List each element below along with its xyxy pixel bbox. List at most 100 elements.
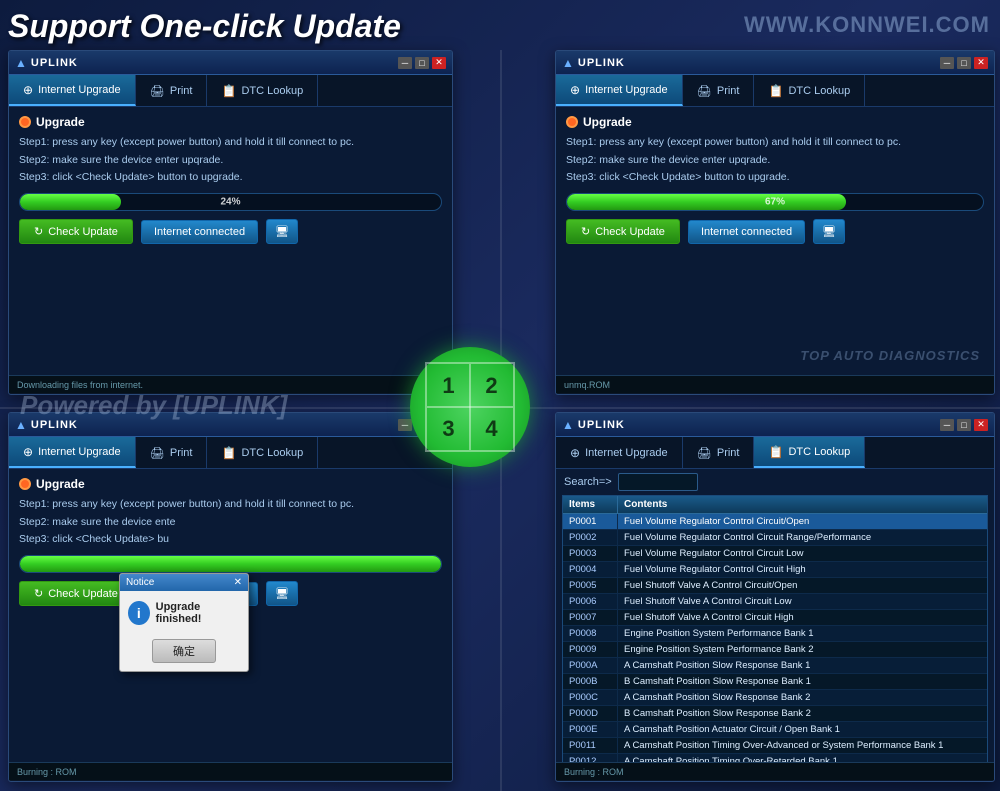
table-row[interactable]: P0001Fuel Volume Regulator Control Circu… — [563, 514, 987, 530]
cell-content: A Camshaft Position Timing Over-Advanced… — [618, 738, 987, 753]
cell-item: P0009 — [563, 642, 618, 657]
table-row[interactable]: P0005Fuel Shutoff Valve A Control Circui… — [563, 578, 987, 594]
tab-print-q2[interactable]: 🖨 Print — [683, 75, 755, 106]
status-text-q3: Burning : ROM — [17, 767, 77, 777]
upgrade-title-q3: Upgrade — [36, 477, 85, 491]
notice-message: Upgrade finished! — [156, 601, 240, 625]
tab-icon-print-q2: 🖨 — [697, 84, 712, 98]
tab-dtc-q1[interactable]: 📋 DTC Lookup — [207, 75, 318, 106]
content-quad2: Upgrade Step1: press any key (except pow… — [556, 107, 994, 375]
table-row[interactable]: P0004Fuel Volume Regulator Control Circu… — [563, 562, 987, 578]
tab-internet-upgrade-q2[interactable]: ⊕ Internet Upgrade — [556, 75, 683, 106]
table-row[interactable]: P0006Fuel Shutoff Valve A Control Circui… — [563, 594, 987, 610]
progress-text-q1: 24% — [220, 197, 240, 208]
upgrade-dot-q1 — [19, 116, 31, 128]
step1-q3: Step1: press any key (except power butto… — [19, 497, 442, 512]
monitor-icon-btn-q1[interactable]: 🖥 — [266, 219, 298, 244]
maximize-btn-quad4[interactable]: □ — [957, 419, 971, 431]
notice-ok-label: 确定 — [173, 646, 195, 658]
table-row[interactable]: P000AA Camshaft Position Slow Response B… — [563, 658, 987, 674]
tab-label-upgrade-q1: Internet Upgrade — [38, 84, 121, 96]
close-btn-quad4[interactable]: ✕ — [974, 419, 988, 431]
circle-inner: 1 2 3 4 — [425, 362, 515, 452]
tab-internet-upgrade-q3[interactable]: ⊕ Internet Upgrade — [9, 437, 136, 468]
table-row[interactable]: P000CA Camshaft Position Slow Response B… — [563, 690, 987, 706]
watermark-text: TOP AUTO DIAGNOSTICS — [800, 348, 980, 363]
maximize-btn-quad2[interactable]: □ — [957, 57, 971, 69]
cell-content: B Camshaft Position Slow Response Bank 2 — [618, 706, 987, 721]
cell-content: A Camshaft Position Actuator Circuit / O… — [618, 722, 987, 737]
dtc-table: Items Contents P0001Fuel Volume Regulato… — [562, 495, 988, 762]
minimize-btn-quad4[interactable]: ─ — [940, 419, 954, 431]
close-btn-quad2[interactable]: ✕ — [974, 57, 988, 69]
status-bar-q3: Burning : ROM — [9, 762, 452, 780]
cell-item: P0004 — [563, 562, 618, 577]
titlebar-title-quad4: UPLINK — [578, 419, 940, 431]
check-update-label-q2: Check Update — [595, 226, 665, 238]
cell-content: A Camshaft Position Slow Response Bank 1 — [618, 658, 987, 673]
table-row[interactable]: P0009Engine Position System Performance … — [563, 642, 987, 658]
table-row[interactable]: P0011A Camshaft Position Timing Over-Adv… — [563, 738, 987, 754]
window-controls-quad2: ─ □ ✕ — [940, 57, 988, 69]
monitor-icon-btn-q3[interactable]: 🖥 — [266, 581, 298, 606]
titlebar-title-quad2: UPLINK — [578, 57, 940, 69]
cell-item: P0001 — [563, 514, 618, 529]
cell-item: P0006 — [563, 594, 618, 609]
search-input[interactable] — [618, 473, 698, 491]
tab-label-print-q4: Print — [717, 447, 740, 459]
quad-num-4: 4 — [470, 407, 513, 450]
dtc-content: Search=> Items Contents P0001Fuel Volume… — [556, 469, 994, 762]
tab-internet-upgrade-q1[interactable]: ⊕ Internet Upgrade — [9, 75, 136, 106]
minimize-btn-quad3[interactable]: ─ — [398, 419, 412, 431]
quad-num-3: 3 — [427, 407, 470, 450]
check-update-btn-q3[interactable]: ↻ Check Update — [19, 581, 133, 606]
tab-label-dtc-q4: DTC Lookup — [788, 446, 850, 458]
table-row[interactable]: P0002Fuel Volume Regulator Control Circu… — [563, 530, 987, 546]
step3-q1: Step3: click <Check Update> button to up… — [19, 170, 442, 185]
table-row[interactable]: P0008Engine Position System Performance … — [563, 626, 987, 642]
table-row[interactable]: P000BB Camshaft Position Slow Response B… — [563, 674, 987, 690]
refresh-icon-q3: ↻ — [34, 587, 43, 600]
tab-print-q3[interactable]: 🖨 Print — [136, 437, 208, 468]
tab-print-q1[interactable]: 🖨 Print — [136, 75, 208, 106]
notice-titlebar: Notice ✕ — [120, 574, 248, 591]
step3-q3: Step3: click <Check Update> bu — [19, 532, 442, 547]
cell-item: P000B — [563, 674, 618, 689]
table-row[interactable]: P0007Fuel Shutoff Valve A Control Circui… — [563, 610, 987, 626]
tab-dtc-q4[interactable]: 📋 DTC Lookup — [754, 437, 865, 468]
tab-label-upgrade-q4: Internet Upgrade — [585, 447, 668, 459]
internet-connected-btn-q1[interactable]: Internet connected — [141, 220, 258, 244]
cell-item: P0002 — [563, 530, 618, 545]
tab-dtc-q3[interactable]: 📋 DTC Lookup — [207, 437, 318, 468]
tab-dtc-q2[interactable]: 📋 DTC Lookup — [754, 75, 865, 106]
cell-item: P0005 — [563, 578, 618, 593]
cell-content: Fuel Shutoff Valve A Control Circuit Low — [618, 594, 987, 609]
notice-close-icon[interactable]: ✕ — [234, 577, 242, 588]
check-update-btn-q1[interactable]: ↻ Check Update — [19, 219, 133, 244]
minimize-btn-quad1[interactable]: ─ — [398, 57, 412, 69]
upgrade-header-q3: Upgrade — [19, 477, 442, 491]
table-row[interactable]: P000EA Camshaft Position Actuator Circui… — [563, 722, 987, 738]
monitor-icon-btn-q2[interactable]: 🖥 — [813, 219, 845, 244]
cell-item: P000E — [563, 722, 618, 737]
dtc-table-header: Items Contents — [563, 496, 987, 514]
progress-bar-q3 — [19, 555, 442, 573]
close-btn-quad1[interactable]: ✕ — [432, 57, 446, 69]
notice-ok-btn[interactable]: 确定 — [152, 639, 216, 663]
upgrade-section-q1: Upgrade Step1: press any key (except pow… — [19, 115, 442, 185]
tab-label-dtc-q3: DTC Lookup — [241, 447, 303, 459]
internet-connected-btn-q2[interactable]: Internet connected — [688, 220, 805, 244]
notice-body: i Upgrade finished! — [120, 591, 248, 635]
tab-icon-print-q1: 🖨 — [150, 84, 165, 98]
table-row[interactable]: P0012A Camshaft Position Timing Over-Ret… — [563, 754, 987, 762]
window-controls-quad4: ─ □ ✕ — [940, 419, 988, 431]
table-row[interactable]: P000DB Camshaft Position Slow Response B… — [563, 706, 987, 722]
tab-internet-upgrade-q4[interactable]: ⊕ Internet Upgrade — [556, 437, 683, 468]
tab-print-q4[interactable]: 🖨 Print — [683, 437, 755, 468]
check-update-btn-q2[interactable]: ↻ Check Update — [566, 219, 680, 244]
table-row[interactable]: P0003Fuel Volume Regulator Control Circu… — [563, 546, 987, 562]
step1-q1: Step1: press any key (except power butto… — [19, 135, 442, 150]
maximize-btn-quad1[interactable]: □ — [415, 57, 429, 69]
status-text-q2: unmq.ROM — [564, 380, 610, 390]
minimize-btn-quad2[interactable]: ─ — [940, 57, 954, 69]
